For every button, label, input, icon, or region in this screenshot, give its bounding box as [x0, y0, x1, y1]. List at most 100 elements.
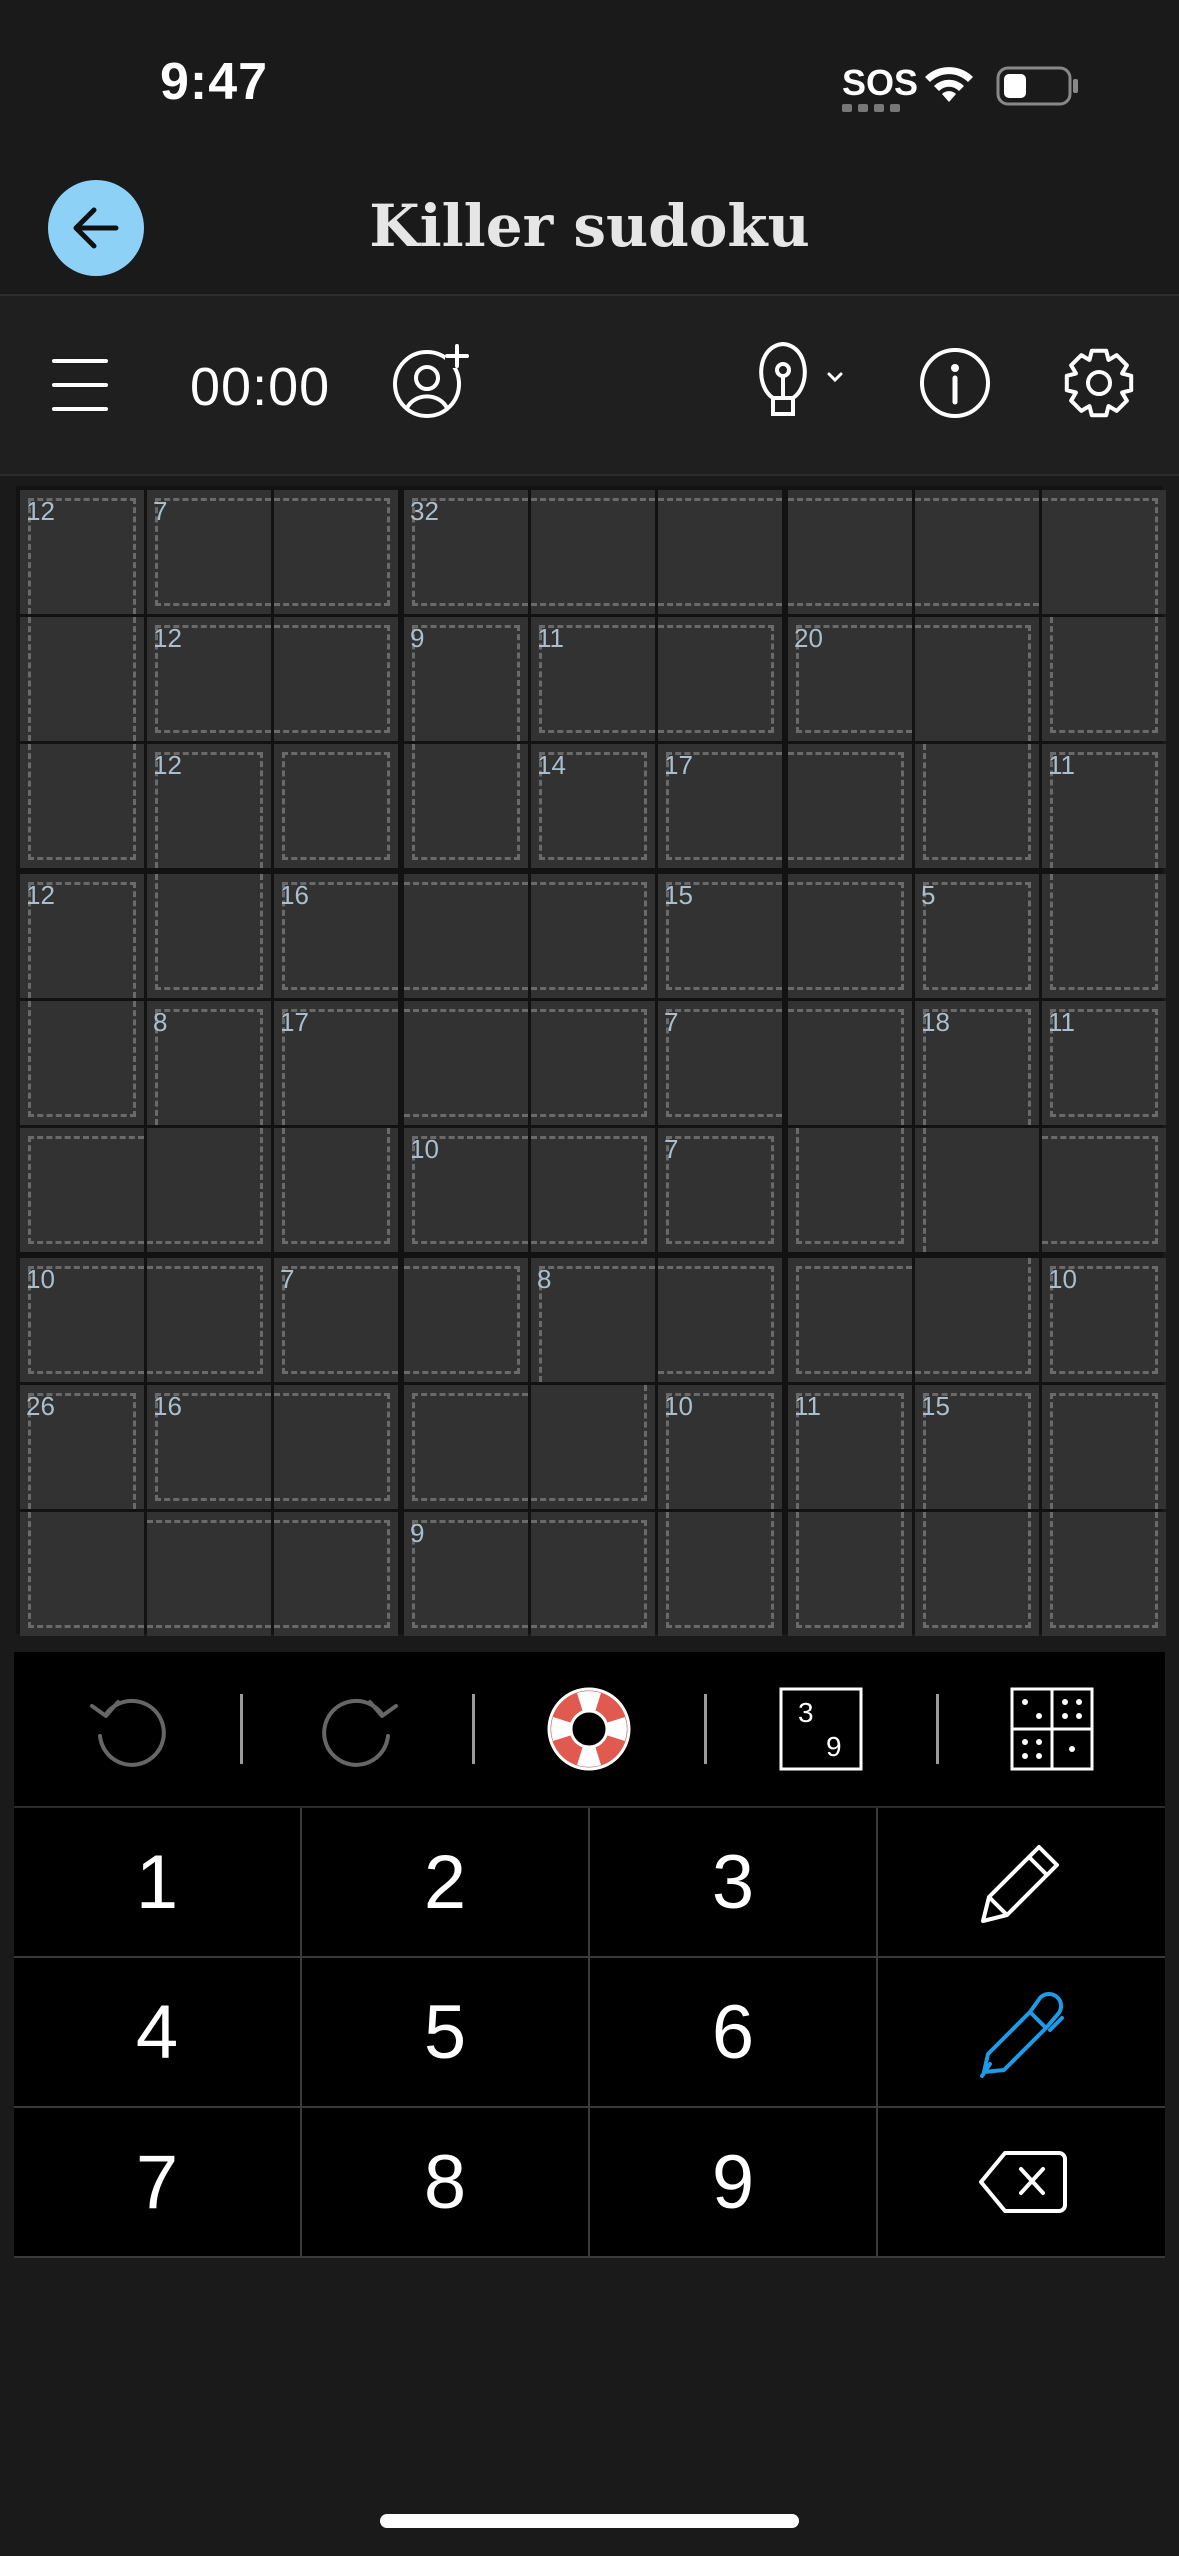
- cage-outline: [923, 1128, 1039, 1252]
- cage-sum: 12: [26, 880, 55, 910]
- cage-outline: [274, 625, 390, 733]
- key-3[interactable]: 3: [590, 1808, 878, 1958]
- sudoku-board[interactable]: 12 7 32 12 9 11 20 12 14 17 11 12 16 15 5 8 17 7 11 10 7 18 10…: [16, 486, 1166, 1636]
- cage-sum: 7: [280, 1264, 295, 1294]
- key-8[interactable]: 8: [302, 2108, 590, 2258]
- key-2[interactable]: 2: [302, 1808, 590, 1958]
- key-6[interactable]: 6: [590, 1958, 878, 2108]
- wifi-icon: [925, 67, 973, 102]
- cage-sum: 10: [1048, 1264, 1077, 1294]
- cage-outline: [412, 1393, 528, 1501]
- info-button[interactable]: [910, 336, 1000, 430]
- home-indicator: [380, 2514, 799, 2528]
- key-9[interactable]: 9: [590, 2108, 878, 2258]
- cage-outline: [539, 1266, 655, 1382]
- cage-sum: 5: [921, 880, 936, 910]
- cage-outline: [28, 1512, 144, 1628]
- cage-outline: [531, 1136, 647, 1244]
- cage-sum: 11: [794, 1391, 821, 1421]
- separator: [240, 1694, 243, 1764]
- backspace-icon: [978, 2151, 1067, 2213]
- info-icon: [920, 348, 990, 418]
- redo-button[interactable]: [244, 1652, 474, 1806]
- cage-outline: [274, 1520, 390, 1628]
- menu-button[interactable]: [40, 340, 120, 430]
- key-1[interactable]: 1: [14, 1808, 302, 1958]
- cage-outline: [155, 498, 271, 606]
- cage-sum: 8: [537, 1264, 552, 1294]
- cage-outline: [404, 1009, 528, 1117]
- cage-sum: 7: [153, 496, 168, 526]
- hint-button[interactable]: [740, 332, 850, 432]
- cage-outline: [1050, 617, 1158, 733]
- cage-sum: 26: [26, 1391, 55, 1421]
- add-person-icon: [393, 344, 469, 418]
- cage-sum: 15: [921, 1391, 950, 1421]
- sos-indicator: SOS: [842, 62, 919, 103]
- key-7[interactable]: 7: [14, 2108, 302, 2258]
- add-friend-button[interactable]: [384, 334, 474, 430]
- cage-sum: 10: [410, 1134, 439, 1164]
- cage-outline: [282, 1128, 390, 1244]
- notes-mode-button[interactable]: 3 9: [706, 1652, 936, 1806]
- cage-outline: [147, 1128, 263, 1244]
- cage-sum: 10: [664, 1391, 693, 1421]
- pencil-button[interactable]: [878, 1808, 1165, 1958]
- cage-outline: [147, 1266, 263, 1374]
- game-toolbar: 00:00: [0, 294, 1179, 476]
- cage-outline: [1050, 1393, 1158, 1509]
- cage-sum: 11: [1048, 1007, 1075, 1037]
- cage-sum: 16: [280, 880, 309, 910]
- cage-sum: 12: [153, 623, 182, 653]
- cage-outline: [147, 1520, 271, 1628]
- sos-dots: [842, 104, 906, 112]
- cage-outline: [282, 1266, 398, 1374]
- cage-sum: 18: [921, 1007, 950, 1037]
- key-5[interactable]: 5: [302, 1958, 590, 2108]
- number-keypad: 1 2 3 4 5 6 7 8 9: [14, 1808, 1165, 2258]
- cage-sum: 20: [794, 623, 823, 653]
- cage-sum: 17: [664, 750, 693, 780]
- cage-outline: [28, 617, 136, 741]
- cage-outline: [282, 752, 390, 860]
- nav-bar: Killer sudoku: [0, 170, 1179, 290]
- cage-outline: [1042, 498, 1158, 614]
- cage-outline: [666, 1136, 774, 1244]
- cage-sum: 12: [26, 496, 55, 526]
- cage-outline: [412, 1520, 528, 1628]
- page-title: Killer sudoku: [369, 192, 810, 260]
- svg-text:3: 3: [798, 1697, 814, 1728]
- cage-outline: [531, 1009, 647, 1117]
- cage-outline: [28, 1001, 136, 1117]
- cage-sum: 32: [410, 496, 439, 526]
- cage-outline: [1050, 874, 1158, 990]
- cage-outline: [155, 874, 263, 990]
- key-4[interactable]: 4: [14, 1958, 302, 2108]
- help-button[interactable]: [474, 1652, 704, 1806]
- cage-outline: [28, 744, 136, 860]
- lightbulb-icon: [759, 342, 843, 416]
- cage-outline: [915, 625, 1031, 741]
- status-bar: 9:47 SOS: [0, 0, 1179, 170]
- pen-button[interactable]: [878, 1958, 1165, 2108]
- svg-text:9: 9: [826, 1731, 842, 1762]
- cage-outline: [788, 882, 904, 990]
- cage-outline: [274, 498, 390, 606]
- cage-sum: 17: [280, 1007, 309, 1037]
- cage-outline: [658, 498, 782, 606]
- cage-outline: [796, 1266, 912, 1374]
- cage-sum: 9: [410, 1518, 425, 1548]
- cage-outline: [923, 744, 1031, 860]
- game-timer: 00:00: [190, 357, 331, 417]
- cage-outline: [915, 1258, 1031, 1374]
- cage-sum: 15: [664, 880, 693, 910]
- cage-outline: [796, 1512, 904, 1628]
- cage-outline: [1050, 1512, 1158, 1628]
- cage-outline: [788, 1009, 904, 1125]
- settings-button[interactable]: [1054, 336, 1144, 430]
- cage-view-button[interactable]: [938, 1652, 1165, 1806]
- erase-button[interactable]: [878, 2108, 1165, 2258]
- redo-icon: [322, 1698, 398, 1767]
- undo-button[interactable]: [14, 1652, 244, 1806]
- cage-outline: [531, 1385, 647, 1501]
